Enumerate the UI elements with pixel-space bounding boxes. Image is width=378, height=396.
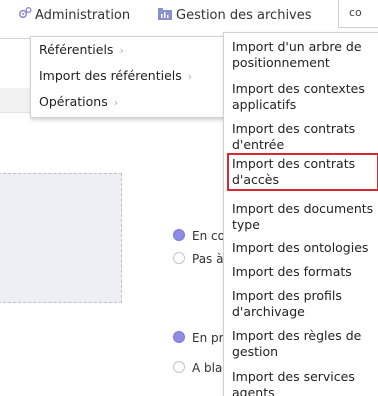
menu-item-referentiels[interactable]: Référentiels › [39, 40, 124, 60]
corner-tab[interactable]: co [338, 0, 378, 28]
menu-gestion-archives[interactable]: Gestion des archives [158, 6, 312, 26]
menu-item-import-referentiels[interactable]: Import des référentiels › [39, 66, 192, 86]
submenu-item-import-contrats-acces[interactable]: Import des contrats d'accès [227, 153, 378, 191]
menu-gestion-archives-label: Gestion des archives [176, 8, 312, 23]
menu-item-label: Référentiels [39, 42, 114, 57]
corner-tab-label: co [349, 6, 362, 19]
menu-item-label: Opérations [39, 94, 108, 109]
submenu-item-import-contextes[interactable]: Import des contextes applicatifs [228, 79, 378, 113]
folder-chart-icon [158, 8, 172, 20]
radio-label: En co [192, 229, 225, 243]
chevron-right-icon: › [119, 44, 124, 57]
submenu-item-import-ontologies[interactable]: Import des ontologies [228, 238, 378, 256]
submenu-item-import-arbre[interactable]: Import d'un arbre de positionnement [228, 37, 378, 71]
chevron-right-icon: › [187, 70, 193, 83]
radio-label: A blai [192, 361, 226, 375]
submenu-item-import-services-agents[interactable]: Import des services agents [228, 367, 378, 396]
chevron-right-icon: › [113, 96, 119, 109]
radio-button[interactable] [173, 229, 185, 241]
screen: Administration Gestion des archives co E… [0, 0, 378, 396]
gears-icon [18, 7, 32, 19]
submenu-item-import-formats[interactable]: Import des formats [228, 262, 378, 280]
file-drop-zone[interactable] [0, 173, 122, 303]
submenu-item-import-regles[interactable]: Import des règles de gestion [228, 326, 378, 360]
radio-button[interactable] [173, 252, 185, 264]
menu-administration[interactable]: Administration [18, 6, 130, 26]
submenu-item-import-contrats-entree[interactable]: Import des contrats d'entrée [228, 119, 378, 153]
menu-item-label: Import des référentiels [39, 68, 182, 83]
radio-label: En pr [192, 331, 224, 345]
menu-item-operations[interactable]: Opérations › [39, 92, 118, 112]
radio-label: Pas à [192, 252, 224, 266]
radio-button[interactable] [173, 361, 185, 373]
administration-dropdown-menu: Référentiels › Import des référentiels › O… [30, 36, 227, 118]
submenu-item-import-documents-type[interactable]: Import des documents type [228, 199, 378, 233]
submenu-item-import-profils[interactable]: Import des profils d'archivage [228, 286, 378, 320]
radio-button[interactable] [173, 331, 185, 343]
menu-administration-label: Administration [35, 8, 131, 23]
import-referentiels-submenu: Import d'un arbre de positionnement Impo… [223, 32, 378, 396]
